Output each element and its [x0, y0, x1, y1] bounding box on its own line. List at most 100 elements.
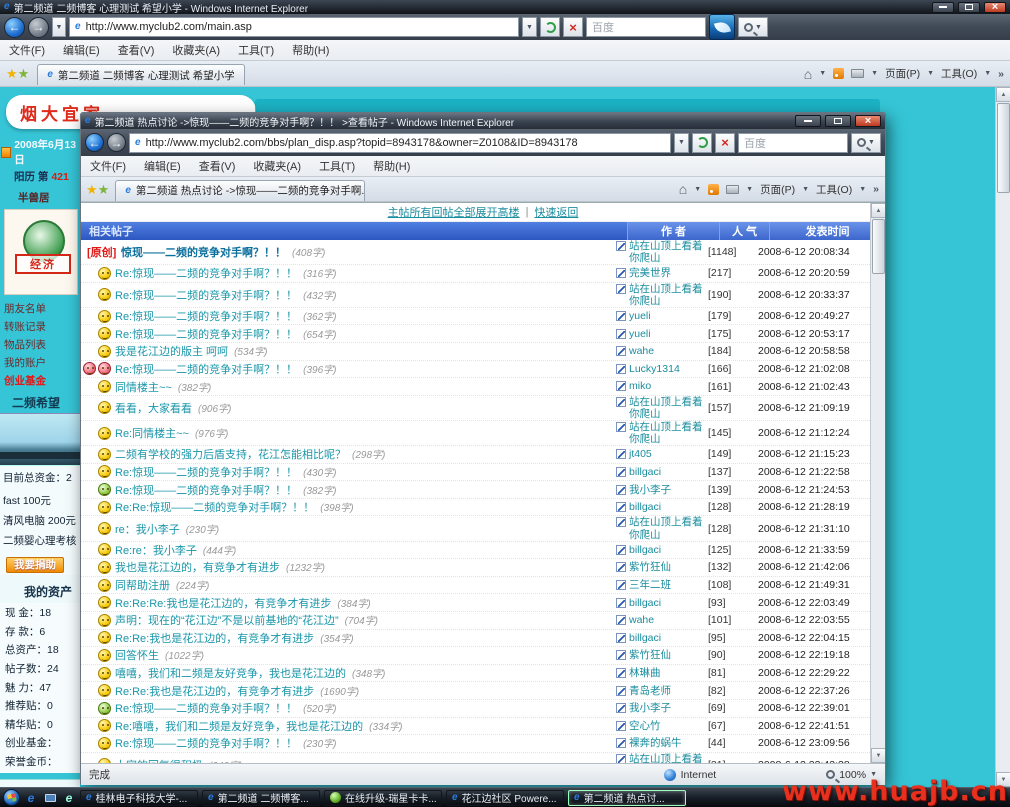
maximize-button[interactable] — [958, 2, 980, 13]
post-title-link[interactable]: 二频有学校的强力后盾支持，花江怎能相比呢？(298字) — [115, 446, 616, 462]
author-link[interactable]: 林琳曲 — [629, 667, 661, 679]
popup-search-go-button[interactable]: ▼ — [851, 133, 881, 153]
author-link[interactable]: billgaci — [629, 466, 661, 478]
print-dropdown[interactable]: ▼ — [871, 70, 878, 77]
quicklaunch-browser-icon[interactable]: e — [61, 790, 77, 805]
post-title-link[interactable]: 大家的回复很积极(348字) — [115, 757, 616, 763]
print-icon[interactable] — [851, 69, 864, 78]
sidebar-link[interactable]: 物品列表 — [4, 335, 80, 353]
donate-button[interactable]: 我要捐助 — [6, 557, 64, 573]
post-title-link[interactable]: Re:Re:Re:我也是花江边的，有竞争才有进步(384字) — [115, 595, 616, 611]
post-title-link[interactable]: 看看，大家看看(906字) — [115, 400, 616, 416]
more-tools-chevron[interactable]: » — [873, 183, 879, 195]
post-title-link[interactable]: Re:惊现——二频的竞争对手啊？！！(382字) — [115, 482, 616, 498]
post-title-link[interactable]: 嘻嘻，我们和二频是友好竞争，我也是花江边的(348字) — [115, 665, 616, 681]
address-dropdown[interactable]: ▼ — [522, 17, 537, 37]
snagit-button[interactable] — [709, 14, 735, 40]
author-link[interactable]: 三年二班 — [629, 579, 671, 591]
post-title-link[interactable]: 回答怀生(1022字) — [115, 647, 616, 663]
popup-refresh-button[interactable] — [692, 133, 712, 153]
sidebar-link[interactable]: 朋友名单 — [4, 299, 80, 317]
taskbar-button[interactable]: e花江边社区 Powere... — [446, 790, 564, 806]
author-link[interactable]: 紫竹狂仙 — [629, 561, 671, 573]
author-link[interactable]: billgaci — [629, 597, 661, 609]
quick-return-link[interactable]: 快速返回 — [534, 204, 578, 220]
menu-item[interactable]: 收藏夹(A) — [244, 156, 310, 176]
author-link[interactable]: 青岛老师 — [629, 685, 671, 697]
author-link[interactable]: 站在山顶上看着你爬山 — [629, 516, 706, 540]
popup-maximize-button[interactable] — [825, 115, 851, 127]
post-title-link[interactable]: 惊现——二频的竞争对手啊？！！(408字) — [121, 244, 616, 260]
refresh-button[interactable] — [540, 17, 560, 37]
menu-item[interactable]: 编辑(E) — [54, 40, 109, 60]
tools-menu[interactable]: 工具(O) — [816, 182, 852, 197]
post-title-link[interactable]: 同情楼主~~(382字) — [115, 379, 616, 395]
author-link[interactable]: billgaci — [629, 632, 661, 644]
popup-address-bar[interactable]: e http://www.myclub2.com/bbs/plan_disp.a… — [129, 133, 671, 153]
favorites-star-icon[interactable]: ★ — [6, 67, 18, 80]
tools-menu[interactable]: 工具(O) — [941, 66, 977, 81]
post-title-link[interactable]: Re:Re:我也是花江边的，有竞争才有进步(354字) — [115, 630, 616, 646]
scroll-thumb[interactable] — [872, 219, 885, 274]
author-link[interactable]: 站在山顶上看着你爬山 — [629, 240, 706, 264]
address-bar[interactable]: e http://www.myclub2.com/main.asp — [69, 17, 519, 37]
post-title-link[interactable]: Re:Re:惊现——二频的竞争对手啊？！！(398字) — [115, 499, 616, 515]
post-title-link[interactable]: Re:惊现——二频的竞争对手啊？！！(362字) — [115, 308, 616, 324]
popup-tab[interactable]: e 第二频道 热点讨论 ->惊现——二频的竞争对手啊... — [115, 180, 365, 201]
menu-item[interactable]: 收藏夹(A) — [163, 40, 229, 60]
author-link[interactable]: miko — [629, 380, 651, 392]
popup-search-input[interactable]: 百度 — [738, 133, 848, 153]
scroll-up-arrow[interactable]: ▲ — [871, 203, 885, 218]
post-title-link[interactable]: 我也是花江边的，有竞争才有进步(1232字) — [115, 559, 616, 575]
taskbar-button[interactable]: 在线升级-瑞星卡卡... — [324, 790, 442, 806]
author-link[interactable]: 站在山顶上看着你爬山 — [629, 753, 706, 763]
forward-button[interactable]: → — [28, 17, 49, 38]
menu-item[interactable]: 帮助(H) — [283, 40, 338, 60]
post-title-link[interactable]: Re:惊现——二频的竞争对手啊？！！(432字) — [115, 287, 616, 303]
menu-item[interactable]: 文件(F) — [81, 156, 135, 176]
print-icon[interactable] — [726, 185, 739, 194]
menu-item[interactable]: 编辑(E) — [135, 156, 190, 176]
feeds-icon[interactable] — [833, 68, 844, 79]
popup-address-dropdown[interactable]: ▼ — [674, 133, 689, 153]
post-title-link[interactable]: Re:惊现——二频的竞争对手啊？！！(396字) — [115, 361, 616, 377]
scroll-down-arrow[interactable]: ▼ — [871, 748, 885, 763]
menu-item[interactable]: 查看(V) — [190, 156, 245, 176]
home-dropdown[interactable]: ▼ — [819, 70, 826, 77]
post-title-link[interactable]: Re:惊现——二频的竞争对手啊？！！(520字) — [115, 700, 616, 716]
popup-scrollbar[interactable]: ▲ ▼ — [870, 203, 885, 763]
author-link[interactable]: Lucky1314 — [629, 363, 680, 375]
author-link[interactable]: 站在山顶上看着你爬山 — [629, 396, 706, 420]
popup-stop-button[interactable]: × — [715, 133, 735, 153]
author-link[interactable]: 完美世界 — [629, 267, 671, 279]
post-title-link[interactable]: Re:Re:我也是花江边的，有竞争才有进步(1690字) — [115, 683, 616, 699]
author-link[interactable]: 空心竹 — [629, 720, 661, 732]
close-button[interactable]: × — [984, 2, 1006, 13]
home-icon[interactable]: ⌂ — [679, 182, 687, 196]
show-desktop-icon[interactable] — [42, 790, 58, 805]
post-title-link[interactable]: Re:惊现——二频的竞争对手啊？！！(316字) — [115, 265, 616, 281]
post-title-link[interactable]: Re:惊现——二频的竞争对手啊？！！(430字) — [115, 464, 616, 480]
expand-all-link[interactable]: 主帖所有回帖全部展开高楼 — [388, 204, 520, 220]
author-link[interactable]: wahe — [629, 345, 654, 357]
author-link[interactable]: 站在山顶上看着你爬山 — [629, 283, 706, 307]
page-menu[interactable]: 页面(P) — [760, 182, 795, 197]
post-title-link[interactable]: re：我小李子(230字) — [115, 521, 616, 537]
sidebar-link-fund[interactable]: 创业基金 — [0, 371, 80, 388]
more-tools-chevron[interactable]: » — [998, 68, 1004, 80]
post-title-link[interactable]: Re:re：我小李子(444字) — [115, 542, 616, 558]
post-title-link[interactable]: Re:惊现——二频的竞争对手啊？！！(654字) — [115, 326, 616, 342]
post-title-link[interactable]: Re:嘻嘻，我们和二频是友好竞争，我也是花江边的(334字) — [115, 718, 616, 734]
sidebar-link[interactable]: 转账记录 — [4, 317, 80, 335]
author-link[interactable]: 裸奔的蜗牛 — [629, 737, 682, 749]
taskbar-button[interactable]: e桂林电子科技大学-... — [80, 790, 198, 806]
author-link[interactable]: 站在山顶上看着你爬山 — [629, 421, 706, 445]
menu-item[interactable]: 工具(T) — [310, 156, 364, 176]
taskbar-button[interactable]: e第二频道 热点讨... — [568, 790, 686, 806]
sidebar-link[interactable]: 我的账户 — [4, 353, 80, 371]
page-menu[interactable]: 页面(P) — [885, 66, 920, 81]
menu-item[interactable]: 查看(V) — [109, 40, 164, 60]
author-link[interactable]: yueli — [629, 328, 651, 340]
post-title-link[interactable]: 同帮助注册(224字) — [115, 577, 616, 593]
add-favorite-icon[interactable]: ★ — [98, 183, 110, 196]
